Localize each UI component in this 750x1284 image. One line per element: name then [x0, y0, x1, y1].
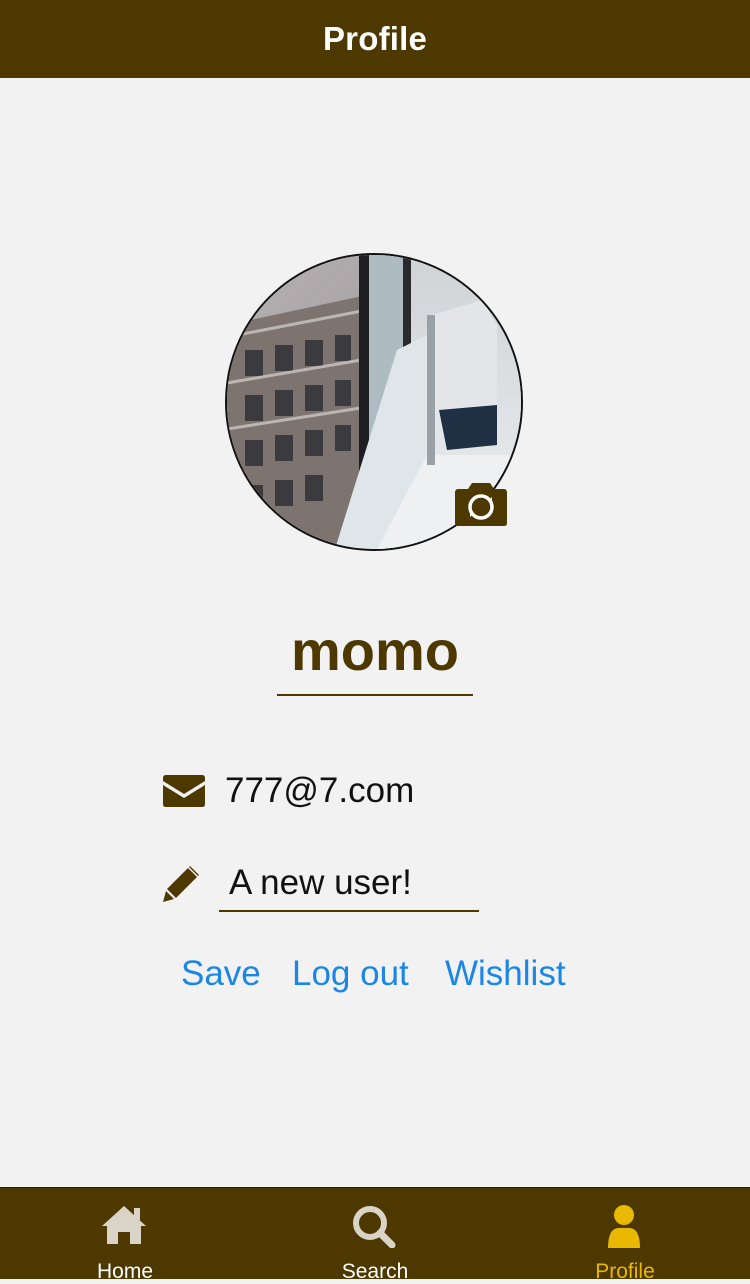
email-value: 777@7.com [225, 771, 415, 810]
pencil-icon [163, 866, 199, 902]
avatar-container [225, 253, 523, 551]
wishlist-button[interactable]: Wishlist [445, 950, 566, 998]
tab-home[interactable]: Home [0, 1188, 250, 1283]
home-icon [102, 1206, 146, 1244]
tab-home-label: Home [96, 1260, 154, 1283]
change-photo-button[interactable] [454, 481, 508, 527]
bottom-tab-bar: Home Search Profile [0, 1187, 750, 1283]
email-row: 777@7.com [163, 766, 414, 816]
envelope-icon [163, 775, 205, 807]
save-button[interactable]: Save [181, 950, 261, 998]
search-icon [353, 1206, 396, 1248]
header-bar: Profile [0, 0, 750, 78]
logout-button[interactable]: Log out [292, 950, 409, 998]
bio-input[interactable] [219, 856, 479, 912]
user-icon [608, 1205, 640, 1248]
username[interactable]: momo [277, 612, 473, 696]
tab-profile[interactable]: Profile [500, 1188, 750, 1283]
tab-profile-label: Profile [595, 1260, 655, 1283]
page-title: Profile [322, 20, 428, 57]
camera-icon [455, 483, 507, 526]
action-links: Save Log out Wishlist [0, 950, 750, 998]
tab-search[interactable]: Search [250, 1188, 500, 1283]
tab-search-label: Search [341, 1260, 409, 1283]
